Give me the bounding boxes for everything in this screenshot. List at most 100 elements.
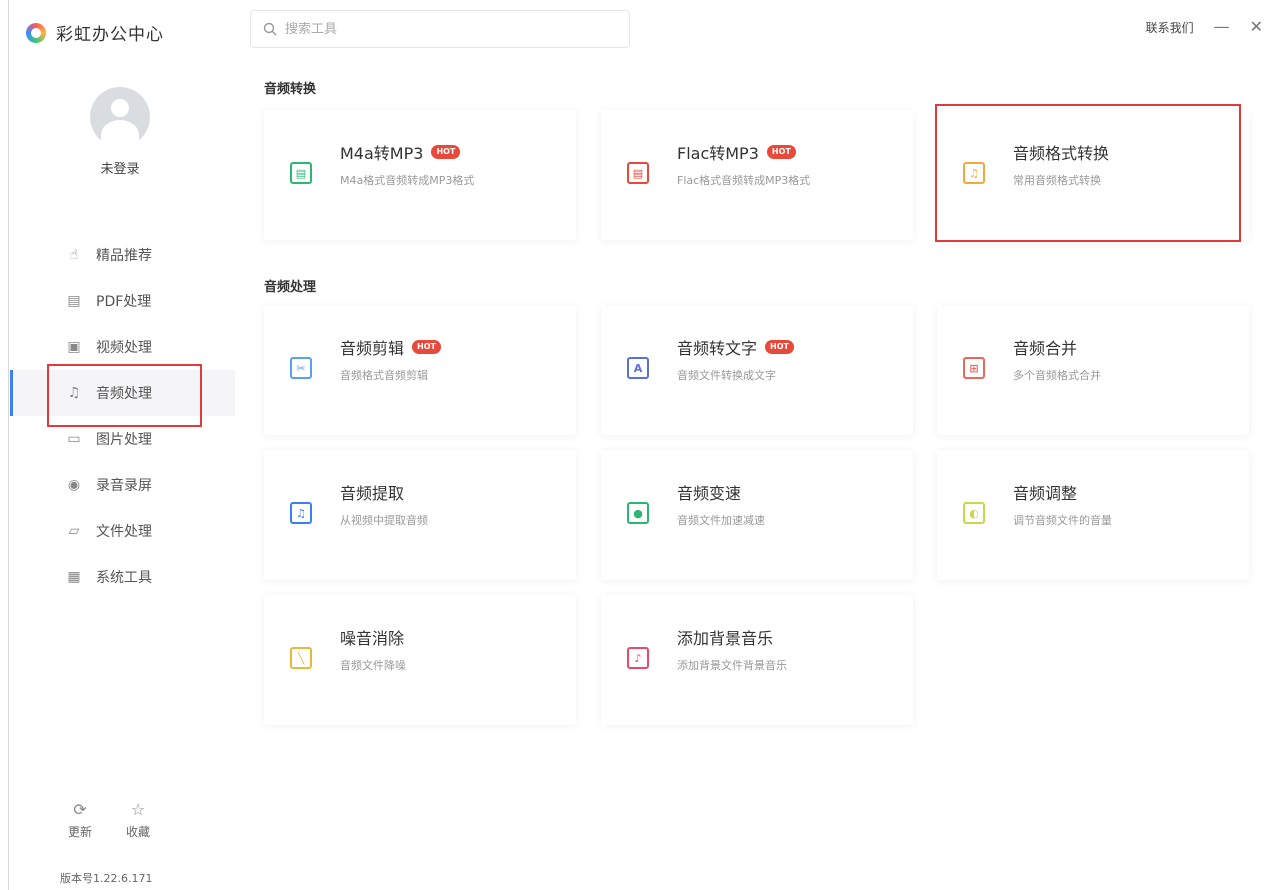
search-icon <box>263 22 277 36</box>
tool-card[interactable]: ⊞ 音频合并多个音频格式合并 <box>937 305 1249 435</box>
tool-name: 噪音消除 <box>340 625 404 649</box>
sidebar-item-5[interactable]: ▭ 图片处理 <box>10 416 235 462</box>
tool-card[interactable]: ▤ M4a转MP3 HOT M4a格式音频转成MP3格式 <box>264 110 576 240</box>
sidebar-item-label: 视频处理 <box>96 340 152 356</box>
sidebar-item-label: PDF处理 <box>96 294 152 310</box>
tool-name: 音频剪辑 HOT <box>340 335 441 359</box>
tool-description: M4a格式音频转成MP3格式 <box>340 174 475 187</box>
tool-name-text: M4a转MP3 <box>340 144 424 163</box>
tool-name: Flac转MP3 HOT <box>677 140 796 164</box>
sidebar-item-label: 文件处理 <box>96 524 152 540</box>
tool-icon: ✂ <box>290 357 312 379</box>
tool-card[interactable]: ♫ 音频提取从视频中提取音频 <box>264 450 576 580</box>
tool-name-text: 音频转文字 <box>677 339 758 358</box>
music-note-icon: ♫ <box>67 385 81 401</box>
favorite-label: 收藏 <box>125 825 150 839</box>
section-title-audio-process: 音频处理 <box>264 280 317 295</box>
tool-name: 音频格式转换 <box>1013 140 1109 164</box>
favorite-button[interactable]: ☆ 收藏 <box>118 800 158 840</box>
minimize-button[interactable]: — <box>1214 18 1230 36</box>
sidebar-item-label: 精品推荐 <box>96 248 152 264</box>
window-border <box>8 0 9 890</box>
tool-icon: ● <box>627 502 649 524</box>
tool-card[interactable]: ✂ 音频剪辑 HOT 音频格式音频剪辑 <box>264 305 576 435</box>
sidebar-item-8[interactable]: ▦ 系统工具 <box>10 554 235 600</box>
close-button[interactable]: ✕ <box>1250 18 1263 36</box>
rainbow-logo-icon <box>26 22 46 43</box>
sidebar-item-7[interactable]: ▱ 文件处理 <box>10 508 235 554</box>
tool-icon: ♫ <box>290 502 312 524</box>
search-box[interactable] <box>250 10 630 48</box>
folder-icon: ▱ <box>68 523 80 539</box>
tool-description: 常用音频格式转换 <box>1013 174 1101 187</box>
record-icon: ◉ <box>67 477 81 493</box>
hot-badge: HOT <box>766 145 796 159</box>
tool-name-text: Flac转MP3 <box>677 144 759 163</box>
avatar[interactable] <box>90 87 150 147</box>
title-actions: 联系我们 — ✕ <box>1146 18 1263 36</box>
sidebar-nav: ☝ 精品推荐 ▤ PDF处理 ▣ 视频处理 ♫ 音频处理 ▭ 图片处理 ◉ 录音录屏 ▱ 文件处理 ▦ 系统工… <box>10 232 235 600</box>
sidebar-item-2[interactable]: ▤ PDF处理 <box>10 278 235 324</box>
tool-icon: ▤ <box>290 162 312 184</box>
tool-icon: ▤ <box>627 162 649 184</box>
tool-description: Flac格式音频转成MP3格式 <box>677 174 811 187</box>
update-button[interactable]: ⟳ 更新 <box>60 800 100 840</box>
tool-card[interactable]: ● 音频变速音频文件加速减速 <box>601 450 913 580</box>
tools-icon: ▦ <box>67 569 81 585</box>
tool-name: M4a转MP3 HOT <box>340 140 461 164</box>
tool-card[interactable]: ╲ 噪音消除 音频文件降噪 <box>264 595 576 725</box>
tool-name-text: 噪音消除 <box>340 629 405 648</box>
star-icon: ☆ <box>130 800 146 819</box>
contact-us-link[interactable]: 联系我们 <box>1146 19 1194 36</box>
tool-name: 音频合并 <box>1013 335 1077 359</box>
tool-name-text: 添加背景音乐 <box>677 629 774 648</box>
tool-name: 音频调整 <box>1013 480 1077 504</box>
section-title-audio-convert: 音频转换 <box>264 82 317 97</box>
tool-icon: ⊞ <box>963 357 985 379</box>
tool-description: 多个音频格式合并 <box>1013 369 1101 382</box>
tool-card[interactable]: ◐ 音频调整 调节音频文件的音量 <box>937 450 1249 580</box>
sidebar-item-label: 系统工具 <box>96 570 152 586</box>
sidebar-item-label: 图片处理 <box>96 432 152 448</box>
thumb-up-icon: ☝ <box>69 247 79 263</box>
hot-badge: HOT <box>412 340 441 354</box>
tool-icon: ◐ <box>963 502 985 524</box>
tool-name: 音频提取 <box>340 480 404 504</box>
tool-name-text: 音频提取 <box>340 484 405 503</box>
tool-card[interactable]: ♫ 音频格式转换常用音频格式转换 <box>937 110 1249 240</box>
video-icon: ▣ <box>67 339 81 355</box>
tool-icon: A <box>627 357 649 379</box>
tool-description: 音频文件转换成文字 <box>677 369 776 382</box>
tool-description: 音频文件加速减速 <box>677 514 765 527</box>
pdf-icon: ▤ <box>67 293 81 309</box>
tool-card[interactable]: A 音频转文字 HOT 音频文件转换成文字 <box>601 305 913 435</box>
tool-card[interactable]: ▤ Flac转MP3 HOT Flac格式音频转成MP3格式 <box>601 110 913 240</box>
login-status[interactable]: 未登录 <box>0 158 240 177</box>
hot-badge: HOT <box>431 145 461 159</box>
update-label: 更新 <box>67 825 92 839</box>
image-icon: ▭ <box>67 431 81 447</box>
sidebar-item-6[interactable]: ◉ 录音录屏 <box>10 462 235 508</box>
sidebar-item-4[interactable]: ♫ 音频处理 <box>10 370 235 416</box>
tool-icon: ♫ <box>963 162 985 184</box>
tool-name: 音频转文字 HOT <box>677 335 794 359</box>
search-input[interactable] <box>285 21 585 37</box>
app-title: 彩虹办公中心 <box>56 25 164 45</box>
app-logo: 彩虹办公中心 <box>26 20 164 45</box>
tool-description: 从视频中提取音频 <box>340 514 428 527</box>
sidebar-item-label: 录音录屏 <box>96 478 152 494</box>
tool-name-text: 音频格式转换 <box>1013 144 1110 163</box>
tool-name-text: 音频剪辑 <box>340 339 405 358</box>
sidebar-item-3[interactable]: ▣ 视频处理 <box>10 324 235 370</box>
tool-name-text: 音频合并 <box>1013 339 1078 358</box>
sidebar-item-1[interactable]: ☝ 精品推荐 <box>10 232 235 278</box>
tool-icon: ♪ <box>627 647 649 669</box>
tool-card[interactable]: ♪ 添加背景音乐 添加背景文件背景音乐 <box>601 595 913 725</box>
tool-description: 音频格式音频剪辑 <box>340 369 428 382</box>
avatar-body <box>101 120 139 147</box>
avatar-head <box>111 99 129 117</box>
tool-name: 音频变速 <box>677 480 741 504</box>
tool-name-text: 音频调整 <box>1013 484 1078 503</box>
hot-badge: HOT <box>765 340 794 354</box>
app-window: 彩虹办公中心 联系我们 — ✕ 未登录 ☝ 精品推荐 ▤ PDF处理 ▣ 视频处理 ♫ 音频处… <box>0 0 1285 890</box>
